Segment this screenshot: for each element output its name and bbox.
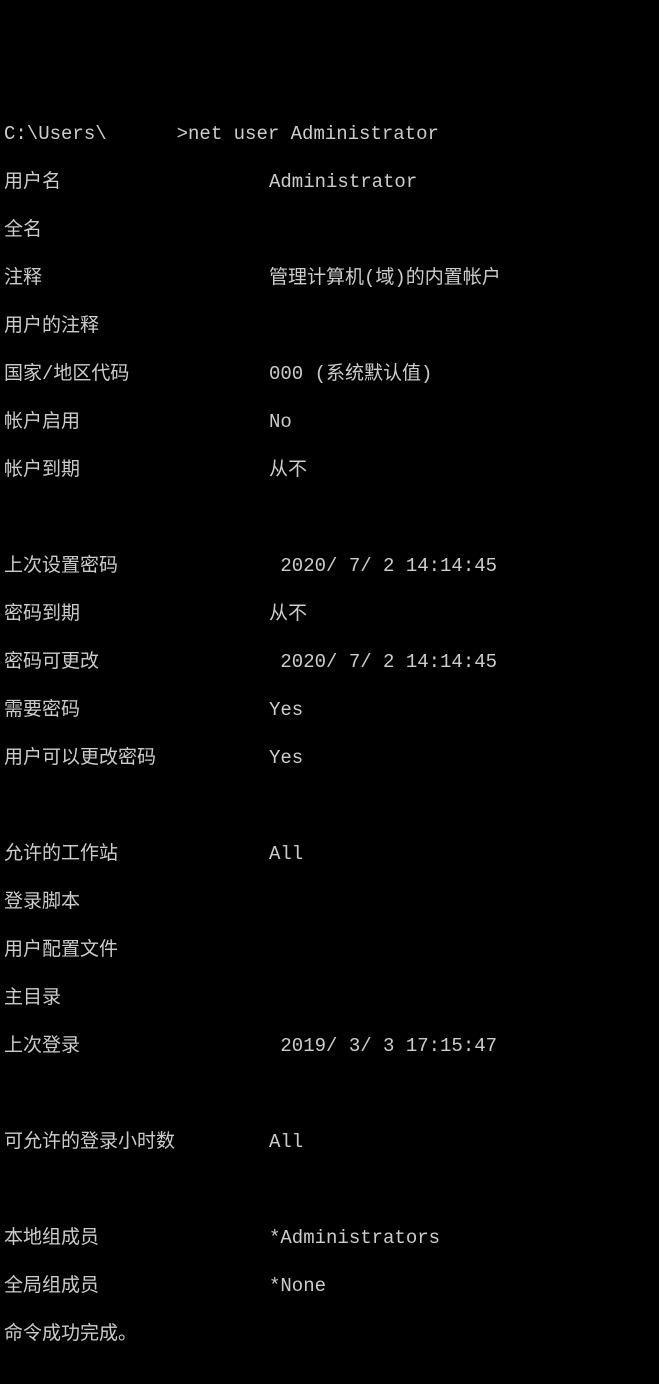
field-password-required: 需要密码Yes: [4, 698, 655, 722]
field-user-profile: 用户配置文件: [4, 938, 655, 962]
value-global-groups: *None: [269, 1274, 326, 1298]
field-fullname: 全名: [4, 218, 655, 242]
label-last-logon: 上次登录: [4, 1034, 269, 1058]
prompt-path-suffix: >: [177, 122, 188, 146]
field-user-comment: 用户的注释: [4, 314, 655, 338]
value-password-expires: 从不: [269, 602, 307, 626]
value-account-expires: 从不: [269, 458, 307, 482]
command-prompt-line: C:\Users\ >net user Administrator: [4, 122, 655, 146]
value-account-active: No: [269, 410, 292, 434]
label-password-last-set: 上次设置密码: [4, 554, 269, 578]
field-user-may-change-pw: 用户可以更改密码Yes: [4, 746, 655, 770]
command-text: net user Administrator: [188, 122, 439, 146]
field-global-groups: 全局组成员*None: [4, 1274, 655, 1298]
field-logon-script: 登录脚本: [4, 890, 655, 914]
completion-message: 命令成功完成。: [4, 1322, 655, 1346]
field-comment: 注释管理计算机(域)的内置帐户: [4, 266, 655, 290]
label-user-profile: 用户配置文件: [4, 938, 269, 962]
label-global-groups: 全局组成员: [4, 1274, 269, 1298]
prompt-path-prefix: C:\Users\: [4, 122, 107, 146]
field-logon-hours: 可允许的登录小时数All: [4, 1130, 655, 1154]
field-home-dir: 主目录: [4, 986, 655, 1010]
value-logon-hours: All: [269, 1130, 303, 1154]
terminal-output[interactable]: C:\Users\ >net user Administrator 用户名Admi…: [4, 98, 655, 1370]
label-country-code: 国家/地区代码: [4, 362, 269, 386]
value-password-changeable: 2020/ 7/ 2 14:14:45: [269, 650, 497, 674]
label-user-comment: 用户的注释: [4, 314, 269, 338]
blank-line: [4, 794, 655, 818]
field-password-changeable: 密码可更改 2020/ 7/ 2 14:14:45: [4, 650, 655, 674]
value-username: Administrator: [269, 170, 417, 194]
redacted-username: [107, 122, 177, 140]
value-last-logon: 2019/ 3/ 3 17:15:47: [269, 1034, 497, 1058]
value-password-last-set: 2020/ 7/ 2 14:14:45: [269, 554, 497, 578]
label-password-required: 需要密码: [4, 698, 269, 722]
label-username: 用户名: [4, 170, 269, 194]
label-password-changeable: 密码可更改: [4, 650, 269, 674]
label-workstations: 允许的工作站: [4, 842, 269, 866]
label-password-expires: 密码到期: [4, 602, 269, 626]
blank-line: [4, 506, 655, 530]
value-comment: 管理计算机(域)的内置帐户: [269, 266, 501, 290]
field-account-active: 帐户启用No: [4, 410, 655, 434]
label-logon-hours: 可允许的登录小时数: [4, 1130, 269, 1154]
value-local-groups: *Administrators: [269, 1226, 440, 1250]
field-account-expires: 帐户到期从不: [4, 458, 655, 482]
field-password-expires: 密码到期从不: [4, 602, 655, 626]
field-workstations: 允许的工作站All: [4, 842, 655, 866]
blank-line: [4, 1082, 655, 1106]
field-password-last-set: 上次设置密码 2020/ 7/ 2 14:14:45: [4, 554, 655, 578]
field-last-logon: 上次登录 2019/ 3/ 3 17:15:47: [4, 1034, 655, 1058]
label-logon-script: 登录脚本: [4, 890, 269, 914]
label-comment: 注释: [4, 266, 269, 290]
label-fullname: 全名: [4, 218, 269, 242]
completion-text: 命令成功完成。: [4, 1322, 137, 1346]
value-country-code: 000 (系统默认值): [269, 362, 432, 386]
value-password-required: Yes: [269, 698, 303, 722]
label-user-may-change-pw: 用户可以更改密码: [4, 746, 269, 770]
field-username: 用户名Administrator: [4, 170, 655, 194]
blank-line: [4, 1178, 655, 1202]
field-country-code: 国家/地区代码000 (系统默认值): [4, 362, 655, 386]
label-account-expires: 帐户到期: [4, 458, 269, 482]
label-home-dir: 主目录: [4, 986, 269, 1010]
value-workstations: All: [269, 842, 303, 866]
label-account-active: 帐户启用: [4, 410, 269, 434]
label-local-groups: 本地组成员: [4, 1226, 269, 1250]
field-local-groups: 本地组成员*Administrators: [4, 1226, 655, 1250]
value-user-may-change-pw: Yes: [269, 746, 303, 770]
